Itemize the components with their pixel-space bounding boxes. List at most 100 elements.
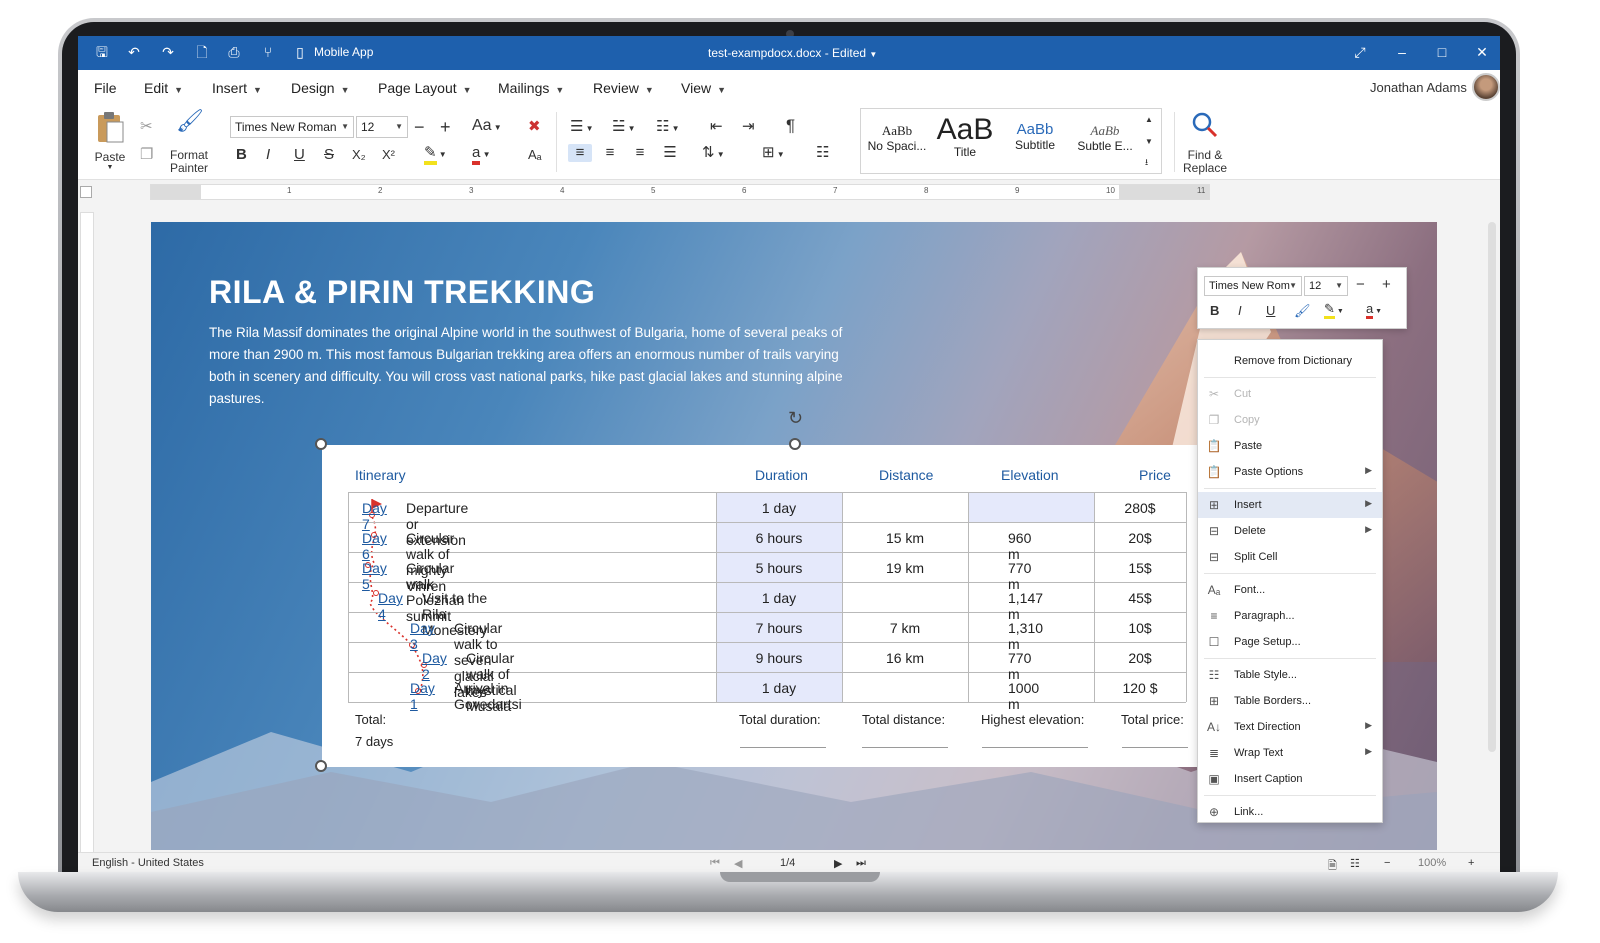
itinerary-table[interactable]: Itinerary Duration Distance Elevation Pr… — [322, 445, 1212, 767]
print-icon[interactable]: ⎙ — [226, 44, 242, 60]
web-layout-icon[interactable]: ☷ — [1350, 857, 1360, 870]
maximize-icon[interactable]: □ — [1434, 44, 1450, 60]
mini-font-size-select[interactable]: 12 ▼ — [1304, 276, 1348, 296]
menu-mailings[interactable]: Mailings ▼ — [498, 80, 564, 96]
new-document-icon[interactable]: 🗋 — [194, 44, 210, 60]
increase-font-icon[interactable]: + — [1382, 276, 1391, 294]
tab-stop-selector[interactable] — [80, 186, 92, 198]
increase-font-icon[interactable]: + — [440, 118, 451, 136]
total-duration-blank[interactable] — [740, 747, 826, 748]
context-menu-item[interactable]: Aₐ Font... — [1198, 577, 1382, 603]
context-menu-item[interactable]: ❐ Copy — [1198, 407, 1382, 433]
scroll-down-icon[interactable]: ▼ — [1145, 133, 1153, 151]
menu-view[interactable]: View ▼ — [681, 80, 726, 96]
expand-gallery-icon[interactable]: ⭳ — [1145, 153, 1148, 171]
strikethrough-icon[interactable]: S — [324, 146, 334, 164]
menu-page-layout[interactable]: Page Layout ▼ — [378, 80, 472, 96]
vertical-ruler[interactable] — [80, 212, 94, 862]
document-paragraph[interactable]: The Rila Massif dominates the original A… — [209, 322, 859, 410]
subscript-icon[interactable]: X₂ — [352, 146, 366, 164]
undo-icon[interactable]: ↶ — [126, 44, 142, 60]
underline-icon[interactable]: U — [294, 146, 305, 164]
total-distance-blank[interactable] — [862, 747, 948, 748]
paragraph-marks-icon[interactable]: ¶ — [786, 117, 795, 135]
context-menu-item[interactable]: ⊟ Split Cell — [1198, 544, 1382, 570]
zoom-out-icon[interactable]: − — [1384, 857, 1390, 869]
scroll-up-icon[interactable]: ▲ — [1145, 111, 1153, 129]
style-no-spacing[interactable]: AaBb No Spaci... — [863, 123, 931, 153]
font-color-icon[interactable]: a ▼ — [1366, 300, 1382, 321]
context-menu-item[interactable]: Remove from Dictionary — [1198, 348, 1382, 374]
decrease-font-icon[interactable]: − — [1356, 276, 1365, 294]
redo-icon[interactable]: ↷ — [160, 44, 176, 60]
resize-handle-top-left[interactable] — [315, 438, 327, 450]
copy-icon[interactable]: ❐ — [140, 146, 153, 164]
minimize-icon[interactable]: – — [1394, 44, 1410, 60]
fullscreen-icon[interactable]: ⤢ — [1352, 44, 1368, 60]
multilevel-list-icon[interactable]: ☷ ▼ — [656, 118, 680, 138]
document-heading[interactable]: RILA & PIRIN TREKKING — [209, 274, 595, 311]
justify-icon[interactable]: ☰ — [658, 144, 682, 162]
find-replace-button[interactable]: Find & Replace — [1178, 108, 1232, 175]
page-indicator[interactable]: 1/4 — [780, 857, 795, 869]
menu-design[interactable]: Design ▼ — [291, 80, 350, 96]
context-menu-item[interactable]: 📋 Paste — [1198, 433, 1382, 459]
user-name[interactable]: Jonathan Adams — [1370, 80, 1467, 95]
rotate-handle-icon[interactable]: ↻ — [788, 408, 803, 429]
vertical-scrollbar[interactable] — [1488, 222, 1496, 752]
underline-icon[interactable]: U — [1266, 302, 1275, 320]
font-color-icon[interactable]: a ▼ — [472, 144, 490, 165]
save-icon[interactable]: 🖫 — [94, 44, 110, 60]
style-title[interactable]: AaB Title — [931, 115, 999, 160]
bullet-list-icon[interactable]: ☰ ▼ — [570, 118, 594, 138]
context-menu-item[interactable]: ✂ Cut — [1198, 381, 1382, 407]
text-effects-icon[interactable]: Aₐ — [528, 146, 542, 164]
context-menu-item[interactable]: ▣ Insert Caption — [1198, 766, 1382, 792]
mini-font-name-select[interactable]: Times New Rom ▼ — [1204, 276, 1302, 296]
day-link[interactable]: Day 5 — [362, 560, 387, 592]
day-link[interactable]: Day 3 — [410, 620, 435, 652]
format-painter-button[interactable]: 🖌 Format Painter — [168, 108, 210, 176]
resize-handle-bottom-left[interactable] — [315, 760, 327, 772]
increase-indent-icon[interactable]: ⇥ — [742, 118, 755, 136]
align-center-icon[interactable]: ≡ — [598, 144, 622, 162]
italic-icon[interactable]: I — [266, 146, 270, 164]
bold-icon[interactable]: B — [1210, 302, 1219, 320]
clear-formatting-icon[interactable]: ✖ — [528, 118, 541, 136]
decrease-font-icon[interactable]: − — [414, 118, 425, 136]
previous-page-icon[interactable]: ◀ — [734, 857, 742, 870]
paste-button[interactable]: Paste ▼ — [90, 108, 130, 174]
borders-icon[interactable]: ⊞ ▼ — [762, 144, 785, 164]
horizontal-ruler[interactable]: 1 2 3 4 5 6 7 8 9 10 11 — [150, 184, 1210, 200]
context-menu-item[interactable]: ≣ Wrap Text ▶ — [1198, 740, 1382, 766]
context-menu-item[interactable]: ☐ Page Setup... — [1198, 629, 1382, 655]
font-name-select[interactable]: Times New Roman ▼ — [230, 116, 354, 138]
mobile-app-toggle[interactable]: Mobile App — [314, 45, 373, 59]
zoom-in-icon[interactable]: + — [1468, 857, 1474, 869]
share-icon[interactable]: ⑂ — [260, 44, 276, 60]
align-left-icon[interactable]: ≡ — [568, 144, 592, 162]
decrease-indent-icon[interactable]: ⇤ — [710, 118, 723, 136]
superscript-icon[interactable]: X² — [382, 146, 395, 164]
context-menu-item[interactable]: ⊕ Link... — [1198, 799, 1382, 825]
day-link[interactable]: Day 4 — [378, 590, 403, 622]
day-link[interactable]: Day 2 — [422, 650, 447, 682]
last-page-icon[interactable]: ⏭ — [856, 857, 866, 870]
document-title[interactable]: test-exampdocx.docx - Edited ▼ — [708, 46, 877, 60]
italic-icon[interactable]: I — [1238, 302, 1242, 320]
change-case-button[interactable]: Aa ▼ — [472, 117, 502, 137]
font-size-select[interactable]: 12 ▼ — [356, 116, 408, 138]
day-link[interactable]: Day 7 — [362, 500, 387, 532]
resize-handle-top-center[interactable] — [789, 438, 801, 450]
context-menu-item[interactable]: ⊟ Delete ▶ — [1198, 518, 1382, 544]
menu-edit[interactable]: Edit ▼ — [144, 80, 183, 96]
numbered-list-icon[interactable]: ☱ ▼ — [612, 118, 636, 138]
day-link[interactable]: Day 1 — [410, 680, 435, 712]
style-subtle-emphasis[interactable]: AaBb Subtle E... — [1069, 123, 1141, 153]
context-menu-item[interactable]: ☷ Table Style... — [1198, 662, 1382, 688]
zoom-level[interactable]: 100% — [1418, 857, 1446, 869]
context-menu-item[interactable]: ⊞ Insert ▶ — [1198, 492, 1382, 518]
align-right-icon[interactable]: ≡ — [628, 144, 652, 162]
first-page-icon[interactable]: ⏮ — [710, 857, 720, 870]
menu-review[interactable]: Review ▼ — [593, 80, 654, 96]
